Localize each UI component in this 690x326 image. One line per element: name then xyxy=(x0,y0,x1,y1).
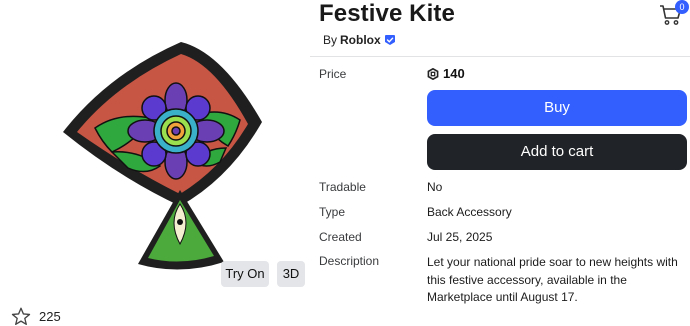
created-label: Created xyxy=(319,230,362,244)
price-amount: 140 xyxy=(443,66,465,81)
item-preview: Try On 3D xyxy=(0,0,312,300)
price-label: Price xyxy=(319,67,347,81)
star-icon[interactable] xyxy=(11,307,31,326)
add-to-cart-button[interactable]: Add to cart xyxy=(427,134,687,170)
description-text: Let your national pride soar to new heig… xyxy=(427,255,678,304)
cart-count-badge: 0 xyxy=(675,0,689,14)
try-on-button[interactable]: Try On xyxy=(221,261,269,287)
type-value[interactable]: Back Accessory xyxy=(427,205,512,219)
header-divider xyxy=(310,56,690,57)
creator-byline: By Roblox xyxy=(323,33,396,47)
view-3d-button[interactable]: 3D xyxy=(277,261,305,287)
favorite-count: 225 xyxy=(39,309,61,324)
by-prefix: By xyxy=(323,33,338,47)
favorite-control[interactable]: 225 xyxy=(11,307,61,326)
buy-button[interactable]: Buy xyxy=(427,90,687,126)
tradable-label: Tradable xyxy=(319,180,366,194)
tradable-value: No xyxy=(427,180,443,194)
price-value: 140 xyxy=(427,66,465,81)
creator-link[interactable]: Roblox xyxy=(340,33,381,47)
created-value: Jul 25, 2025 xyxy=(427,230,493,244)
item-title: Festive Kite xyxy=(319,0,455,27)
festive-kite-image xyxy=(63,42,262,270)
robux-icon xyxy=(427,67,439,80)
type-label: Type xyxy=(319,205,346,219)
description-label: Description xyxy=(319,254,380,268)
verified-badge-icon xyxy=(384,35,395,45)
